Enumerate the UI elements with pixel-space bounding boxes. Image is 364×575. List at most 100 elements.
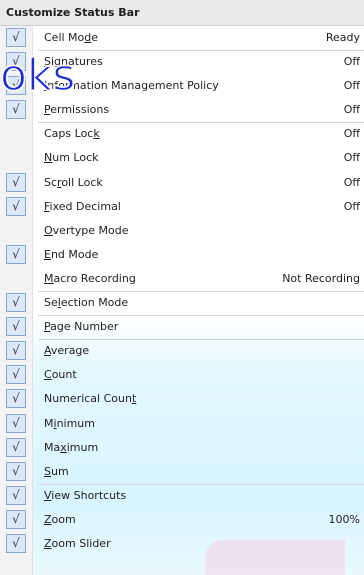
menu-item[interactable]: √ Count <box>0 363 364 387</box>
access-key: A <box>44 344 51 358</box>
menu-item-label: Average <box>44 339 89 363</box>
label-text: iew Shortcuts <box>51 488 127 502</box>
menu-item-label: Minimum <box>44 412 95 436</box>
menu-item-value: Off <box>343 199 360 213</box>
menu-items: √ Cell Mode Ready √ Signatures Off √ Informatio… <box>0 26 364 556</box>
checkmark-icon: √ <box>6 341 26 361</box>
menu-item-label: Num Lock <box>44 146 99 170</box>
label-text: vertype Mode <box>52 223 129 237</box>
menu-item-label: Caps Lock <box>44 122 100 146</box>
access-key: C <box>44 368 52 382</box>
label-text: Sc <box>44 175 58 189</box>
label-text: nd Mode <box>50 247 99 261</box>
label-text: imum <box>66 440 99 454</box>
menu-item-label: View Shortcuts <box>44 484 126 508</box>
label-text: M <box>44 416 54 430</box>
menu-item[interactable]: √ Zoom Slider <box>0 532 364 556</box>
menu-item-value: Off <box>343 55 360 69</box>
access-key: N <box>44 151 53 165</box>
menu-item[interactable]: Num Lock Off <box>0 146 364 170</box>
label-text: oll Lock <box>61 175 103 189</box>
menu-item[interactable]: √ Minimum <box>0 412 364 436</box>
label-text: Caps Loc <box>44 127 94 141</box>
label-text: nimum <box>56 416 95 430</box>
access-key: E <box>44 247 51 261</box>
checkmark-icon: √ <box>6 317 26 337</box>
access-key: S <box>44 55 51 69</box>
checkmark-icon: √ <box>6 76 26 96</box>
menu-item[interactable]: √ Numerical Count <box>0 387 364 411</box>
menu-item[interactable]: √ Scroll Lock Off <box>0 171 364 195</box>
checkmark-icon: √ <box>6 244 26 264</box>
label-text: ixed Decimal <box>49 199 121 213</box>
menu-item[interactable]: √ View Shortcuts <box>0 483 364 508</box>
menu-item-value: Off <box>343 175 360 189</box>
access-key: Z <box>44 536 52 550</box>
label-text: Se <box>44 296 58 310</box>
label-text: e <box>91 31 99 44</box>
access-key: k <box>93 127 100 141</box>
label-text: acro Recording <box>53 271 136 285</box>
label-text: Ma <box>44 440 61 454</box>
menu-item-label: End Mode <box>44 243 98 267</box>
label-text: ermissions <box>50 103 110 117</box>
checkmark-icon: √ <box>6 485 26 505</box>
menu-item-label: Sum <box>44 460 69 484</box>
menu-item-label: Macro Recording <box>44 267 136 291</box>
checkmark-icon: √ <box>6 533 26 553</box>
menu-item-label: Fixed Decimal <box>44 195 121 219</box>
menu-item[interactable]: √ Permissions Off <box>0 98 364 122</box>
access-key: t <box>131 392 137 406</box>
label-text: verage <box>50 344 90 358</box>
label-text: Numerical Coun <box>44 392 132 406</box>
menu-item[interactable]: √ Page Number <box>0 315 364 339</box>
customize-status-bar-menu: Customize Status Bar √ Cell Mode Ready √ Sig… <box>0 0 364 575</box>
checkmark-icon: √ <box>6 100 26 120</box>
menu-item-value: Ready <box>325 31 360 44</box>
menu-item[interactable]: √ Information Management Policy Off <box>0 74 364 98</box>
menu-item[interactable]: √ Zoom 100% <box>0 508 364 532</box>
menu-item[interactable]: √ End Mode <box>0 243 364 267</box>
menu-item[interactable]: √ Signatures Off <box>0 50 364 74</box>
checkmark-icon: √ <box>6 52 26 72</box>
checkmark-icon: √ <box>6 293 26 313</box>
menu-item[interactable]: √ Selection Mode <box>0 291 364 315</box>
label-text: nformation Management Policy <box>47 79 219 93</box>
checkmark-icon: √ <box>6 28 26 47</box>
menu-item[interactable]: Overtype Mode <box>0 219 364 243</box>
menu-item[interactable]: √ Cell Mode Ready <box>0 26 364 50</box>
access-key: S <box>44 464 51 478</box>
menu-item-value: 100% <box>328 512 360 526</box>
checkmark-icon: √ <box>6 509 26 529</box>
menu-item[interactable]: √ Maximum <box>0 436 364 460</box>
menu-item-value: Off <box>343 79 360 93</box>
label-text: um <box>50 464 69 478</box>
menu-item-label: Selection Mode <box>44 291 128 315</box>
menu-item-label: Maximum <box>44 436 98 460</box>
menu-item-label: Signatures <box>44 50 103 74</box>
checkmark-icon: √ <box>6 413 26 433</box>
menu-item-value: Off <box>343 151 360 165</box>
menu-item-label: Page Number <box>44 315 118 339</box>
label-text: ection Mode <box>60 296 129 310</box>
checkmark-icon: √ <box>6 461 26 481</box>
menu-item-label: Scroll Lock <box>44 171 103 195</box>
menu-item-label: Cell Mode <box>44 26 98 50</box>
access-key: Z <box>44 512 52 526</box>
menu-item[interactable]: Caps Lock Off <box>0 122 364 146</box>
label-text: ount <box>51 368 77 382</box>
menu-item-label: Zoom <box>44 508 76 532</box>
menu-item-value: Off <box>343 127 360 141</box>
menu-item[interactable]: Macro Recording Not Recording <box>0 267 364 291</box>
menu-item[interactable]: √ Sum <box>0 460 364 484</box>
menu-item-label: Count <box>44 363 77 387</box>
menu-item[interactable]: √ Fixed Decimal Off <box>0 195 364 219</box>
access-key: M <box>44 271 54 285</box>
label-text: oom Slider <box>51 536 111 550</box>
access-key: O <box>44 223 53 237</box>
checkmark-icon: √ <box>6 437 26 457</box>
label-text: um Lock <box>52 151 99 165</box>
label-text: oom <box>51 512 76 526</box>
checkmark-icon: √ <box>6 389 26 409</box>
menu-item[interactable]: √ Average <box>0 339 364 363</box>
